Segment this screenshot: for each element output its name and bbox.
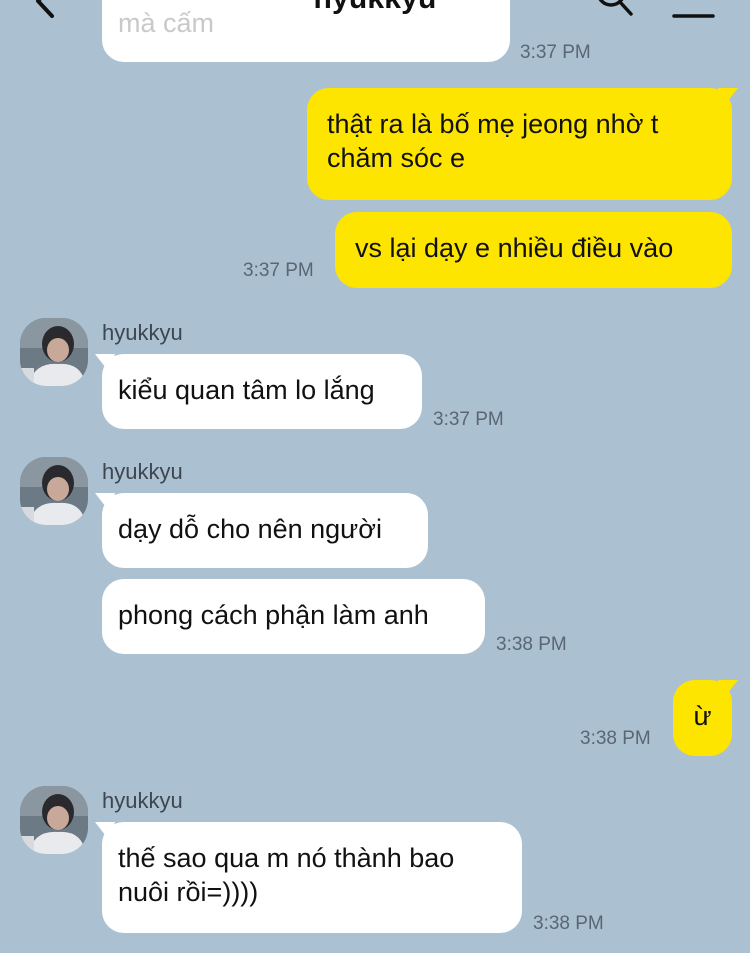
sender-name: hyukkyu bbox=[102, 320, 183, 345]
hamburger-menu-icon bbox=[672, 14, 715, 18]
profile-photo-icon bbox=[20, 457, 88, 525]
message-time: 3:38 PM bbox=[580, 728, 651, 749]
message-time: 3:38 PM bbox=[496, 634, 567, 655]
profile-photo-icon bbox=[20, 786, 88, 854]
message-text-line: thật ra là bố mẹ jeong nhờ t bbox=[327, 109, 659, 139]
avatar[interactable] bbox=[20, 318, 88, 386]
message-time: 3:38 PM bbox=[533, 913, 604, 934]
message-text: phong cách phận làm anh bbox=[118, 600, 429, 630]
bubble-tail bbox=[95, 493, 115, 511]
message-text-line: thế sao qua m nó thành bao bbox=[118, 843, 455, 873]
search-icon bbox=[598, 0, 633, 16]
profile-photo-icon bbox=[20, 318, 88, 386]
message-bubble-outgoing[interactable]: vs lại dạy e nhiều điều vào bbox=[335, 212, 732, 288]
message-time: 3:37 PM bbox=[243, 260, 314, 281]
message-bubble-incoming[interactable]: phong cách phận làm anh bbox=[102, 579, 485, 654]
avatar[interactable] bbox=[20, 786, 88, 854]
message-text-line: nuôi rồi=)))) bbox=[118, 877, 259, 907]
message-bubble-incoming[interactable]: dạy dỗ cho nên người bbox=[95, 493, 428, 568]
search-button[interactable] bbox=[593, 0, 635, 20]
message-bubble-incoming[interactable]: thế sao qua m nó thành bao nuôi rồi=)))) bbox=[95, 822, 522, 933]
avatar[interactable] bbox=[20, 457, 88, 525]
message-text: ừ bbox=[693, 701, 712, 731]
message-text: kiểu quan tâm lo lắng bbox=[118, 375, 375, 405]
chat-screen: hyukkyu mà cấm 3:37 PM thật ra là bố mẹ … bbox=[0, 0, 750, 953]
chat-title: hyukkyu bbox=[0, 0, 750, 16]
message-bubble-outgoing[interactable]: thật ra là bố mẹ jeong nhờ t chăm sóc e bbox=[307, 88, 738, 200]
menu-button[interactable] bbox=[671, 0, 716, 20]
message-bubble-incoming[interactable]: kiểu quan tâm lo lắng bbox=[95, 354, 422, 429]
message-text-line: chăm sóc e bbox=[327, 143, 466, 173]
bubble-tail bbox=[718, 88, 738, 106]
bubble-tail bbox=[718, 680, 738, 698]
message-bubble-outgoing[interactable]: ừ bbox=[673, 680, 738, 756]
sender-name: hyukkyu bbox=[102, 788, 183, 813]
message-text: dạy dỗ cho nên người bbox=[118, 514, 382, 544]
bubble-tail bbox=[95, 354, 115, 372]
chat-header: hyukkyu bbox=[0, 0, 750, 24]
message-time: 3:37 PM bbox=[433, 409, 504, 430]
message-text: vs lại dạy e nhiều điều vào bbox=[355, 233, 674, 263]
bubble-tail bbox=[95, 822, 115, 840]
message-time: 3:37 PM bbox=[520, 42, 591, 63]
sender-name: hyukkyu bbox=[102, 459, 183, 484]
